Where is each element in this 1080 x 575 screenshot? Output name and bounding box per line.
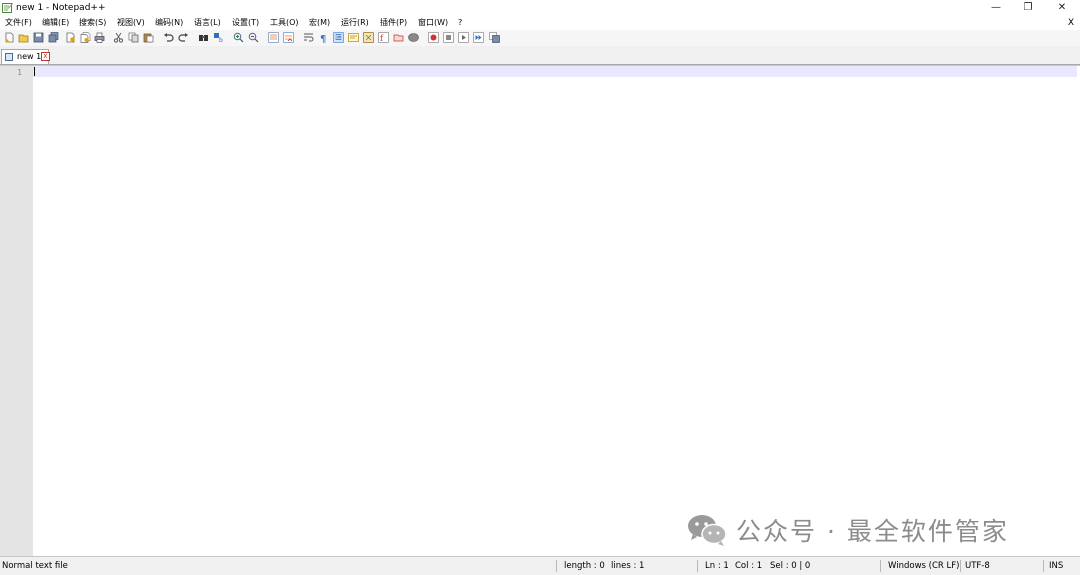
- print-icon[interactable]: [94, 32, 105, 43]
- notepad-plus-plus-icon: [2, 3, 13, 13]
- status-column[interactable]: Col : 1: [735, 557, 762, 575]
- playback-icon[interactable]: [458, 32, 469, 43]
- tab-close-icon[interactable]: x: [41, 52, 50, 61]
- status-divider: [1043, 560, 1044, 572]
- define-language-icon[interactable]: [348, 32, 359, 43]
- minimize-button[interactable]: —: [980, 0, 1012, 16]
- menu-view[interactable]: 视图(V): [117, 16, 145, 30]
- line-number: 1: [17, 68, 22, 77]
- editor[interactable]: 1: [0, 65, 1080, 557]
- close-document-button[interactable]: X: [1068, 16, 1074, 30]
- menu-plugins[interactable]: 插件(P): [380, 16, 407, 30]
- menu-settings[interactable]: 设置(T): [232, 16, 259, 30]
- replace-icon[interactable]: b: [213, 32, 224, 43]
- status-divider: [960, 560, 961, 572]
- status-line[interactable]: Ln : 1: [705, 557, 729, 575]
- monitoring-icon[interactable]: [408, 32, 419, 43]
- line-number-gutter: 1: [0, 66, 33, 557]
- maximize-button[interactable]: ❐: [1012, 0, 1044, 16]
- status-lines: lines : 1: [611, 561, 645, 571]
- new-file-icon[interactable]: [4, 32, 15, 43]
- menu-encoding[interactable]: 编码(N): [155, 16, 183, 30]
- menu-edit[interactable]: 编辑(E): [42, 16, 69, 30]
- svg-text:¶: ¶: [320, 34, 326, 43]
- toolbar: b ¶ f: [0, 30, 1080, 46]
- menu-search[interactable]: 搜索(S): [79, 16, 106, 30]
- status-eol-format[interactable]: Windows (CR LF): [888, 557, 959, 575]
- save-all-icon[interactable]: [48, 32, 59, 43]
- run-macro-multiple-icon[interactable]: [473, 32, 484, 43]
- menu-file[interactable]: 文件(F): [5, 16, 32, 30]
- status-selection[interactable]: Sel : 0 | 0: [770, 557, 810, 575]
- menu-tools[interactable]: 工具(O): [270, 16, 299, 30]
- wechat-icon: [688, 515, 727, 546]
- title-bar: new 1 - Notepad++ — ❐ ✕: [0, 0, 1080, 16]
- tab-bar: new 1 x: [0, 46, 1080, 65]
- save-icon[interactable]: [33, 32, 44, 43]
- paste-icon[interactable]: [143, 32, 154, 43]
- current-line-highlight: [33, 66, 1077, 77]
- zoom-in-icon[interactable]: [233, 32, 244, 43]
- word-wrap-icon[interactable]: [303, 32, 314, 43]
- menu-run[interactable]: 运行(R): [341, 16, 369, 30]
- status-divider: [556, 560, 557, 572]
- find-icon[interactable]: [198, 32, 209, 43]
- folder-as-workspace-icon[interactable]: [393, 32, 404, 43]
- menu-bar: 文件(F) 编辑(E) 搜索(S) 视图(V) 编码(N) 语言(L) 设置(T…: [0, 16, 1080, 30]
- tab-label: new 1: [17, 52, 42, 61]
- save-macro-icon[interactable]: [489, 32, 500, 43]
- status-length: length : 0: [564, 561, 605, 571]
- window-title: new 1 - Notepad++: [16, 3, 106, 13]
- sync-horizontal-scroll-icon[interactable]: [283, 32, 294, 43]
- record-macro-icon[interactable]: [428, 32, 439, 43]
- menu-window[interactable]: 窗口(W): [418, 16, 448, 30]
- status-divider: [697, 560, 698, 572]
- status-bar: Normal text file length : 0 lines : 1 Ln…: [0, 556, 1080, 575]
- sync-vertical-scroll-icon[interactable]: [268, 32, 279, 43]
- menu-help[interactable]: ?: [458, 16, 462, 30]
- tab-new-1[interactable]: new 1 x: [1, 49, 50, 64]
- show-all-characters-icon[interactable]: ¶: [318, 32, 329, 43]
- text-caret: [34, 67, 35, 76]
- close-all-icon[interactable]: [80, 32, 91, 43]
- status-divider: [880, 560, 881, 572]
- watermark-text: 公众号 · 最全软件管家: [736, 517, 1009, 546]
- indent-guide-icon[interactable]: [333, 32, 344, 43]
- document-map-icon[interactable]: [363, 32, 374, 43]
- status-encoding[interactable]: UTF-8: [965, 557, 990, 575]
- svg-text:b: b: [219, 37, 223, 43]
- zoom-out-icon[interactable]: [248, 32, 259, 43]
- close-file-icon[interactable]: [65, 32, 76, 43]
- menu-language[interactable]: 语言(L): [194, 16, 221, 30]
- cut-icon[interactable]: [113, 32, 124, 43]
- stop-recording-icon[interactable]: [443, 32, 454, 43]
- undo-icon[interactable]: [163, 32, 174, 43]
- copy-icon[interactable]: [128, 32, 139, 43]
- redo-icon[interactable]: [178, 32, 189, 43]
- open-file-icon[interactable]: [18, 32, 29, 43]
- status-insert-mode[interactable]: INS: [1049, 557, 1063, 575]
- floppy-disk-icon: [5, 53, 13, 61]
- menu-macro[interactable]: 宏(M): [309, 16, 330, 30]
- status-file-type: Normal text file: [2, 561, 68, 571]
- watermark: 公众号 · 最全软件管家: [686, 512, 1009, 548]
- close-window-button[interactable]: ✕: [1046, 0, 1078, 16]
- function-list-icon[interactable]: f: [378, 32, 389, 43]
